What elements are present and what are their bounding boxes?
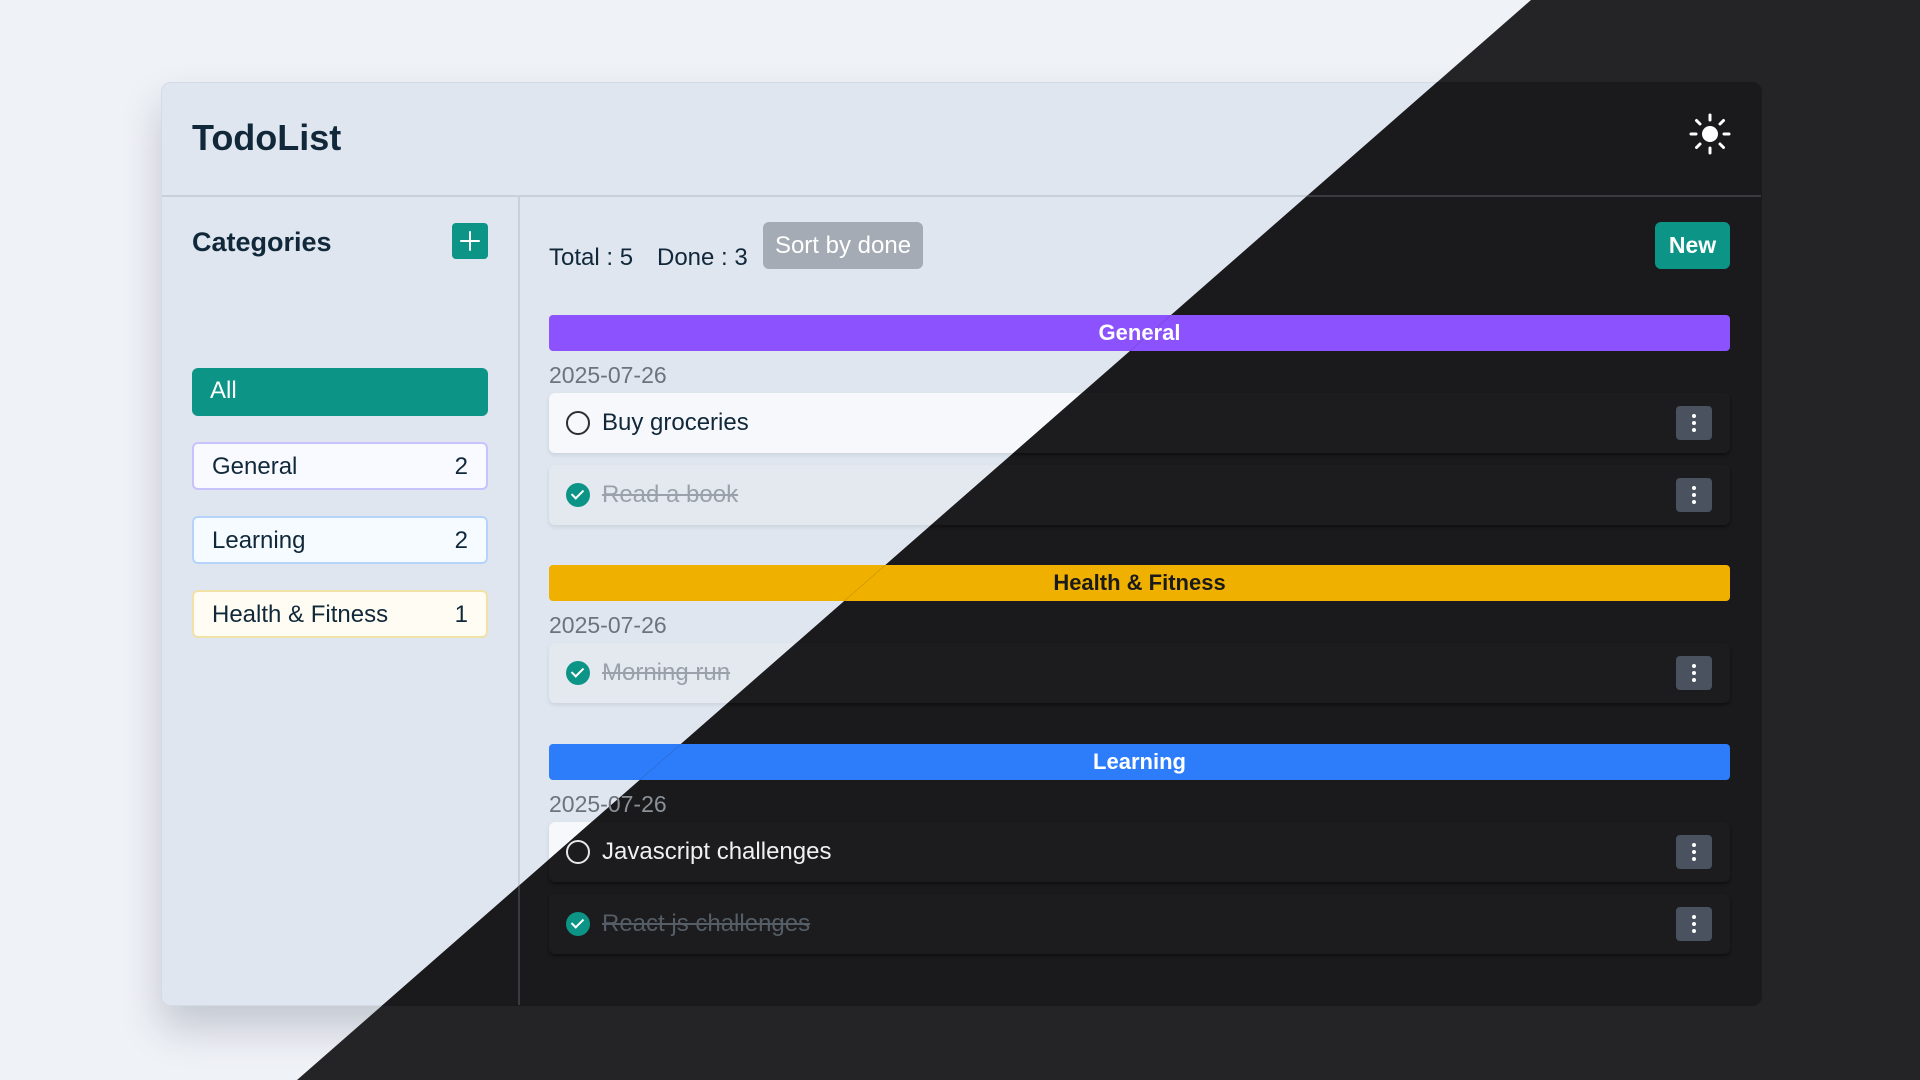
more-vertical-icon[interactable]: [1676, 478, 1712, 512]
more-vertical-icon[interactable]: [1676, 406, 1712, 440]
group-date: 2025-07-26: [549, 612, 667, 638]
task-checkbox[interactable]: [566, 840, 590, 864]
task-row: React js challenges: [549, 894, 1730, 954]
group-date: 2025-07-26: [549, 362, 667, 388]
category-count: 1: [454, 601, 468, 628]
category-label: Health & Fitness: [212, 601, 389, 628]
more-vertical-icon[interactable]: [1676, 656, 1712, 690]
task-checkbox[interactable]: [566, 661, 590, 685]
task-checkbox[interactable]: [566, 912, 590, 936]
task-text: React js challenges: [602, 910, 811, 937]
task-text: Morning run: [602, 659, 731, 686]
category-learning[interactable]: Learning 2: [192, 516, 488, 564]
task-text: Javascript challenges: [602, 838, 832, 865]
app-title: TodoList: [192, 117, 342, 158]
category-count: 2: [454, 527, 468, 554]
category-label: Learning: [212, 527, 306, 554]
category-label: General: [212, 453, 298, 480]
group-header-learning: Learning: [549, 744, 1730, 780]
category-health-fitness[interactable]: Health & Fitness 1: [192, 590, 488, 638]
more-vertical-icon[interactable]: [1676, 835, 1712, 869]
done-count: Done : 3: [657, 244, 748, 271]
total-count: Total : 5: [549, 244, 634, 271]
category-label: All: [210, 377, 237, 404]
add-category-button[interactable]: [452, 223, 488, 259]
categories-title: Categories: [192, 227, 332, 257]
task-text: Buy groceries: [602, 409, 749, 436]
category-count: 2: [454, 453, 468, 480]
task-checkbox[interactable]: [566, 411, 590, 435]
new-task-button[interactable]: New: [1655, 222, 1730, 269]
more-vertical-icon[interactable]: [1676, 907, 1712, 941]
sun-icon[interactable]: [1689, 113, 1731, 155]
task-row: Javascript challenges: [549, 822, 1730, 882]
category-all[interactable]: All: [192, 368, 488, 416]
task-text: Read a book: [602, 481, 739, 508]
categories-sidebar: Categories All General 2 Learning 2 Heal…: [162, 197, 520, 1005]
task-checkbox[interactable]: [566, 483, 590, 507]
category-general[interactable]: General 2: [192, 442, 488, 490]
sort-by-done-button[interactable]: Sort by done: [763, 222, 923, 269]
